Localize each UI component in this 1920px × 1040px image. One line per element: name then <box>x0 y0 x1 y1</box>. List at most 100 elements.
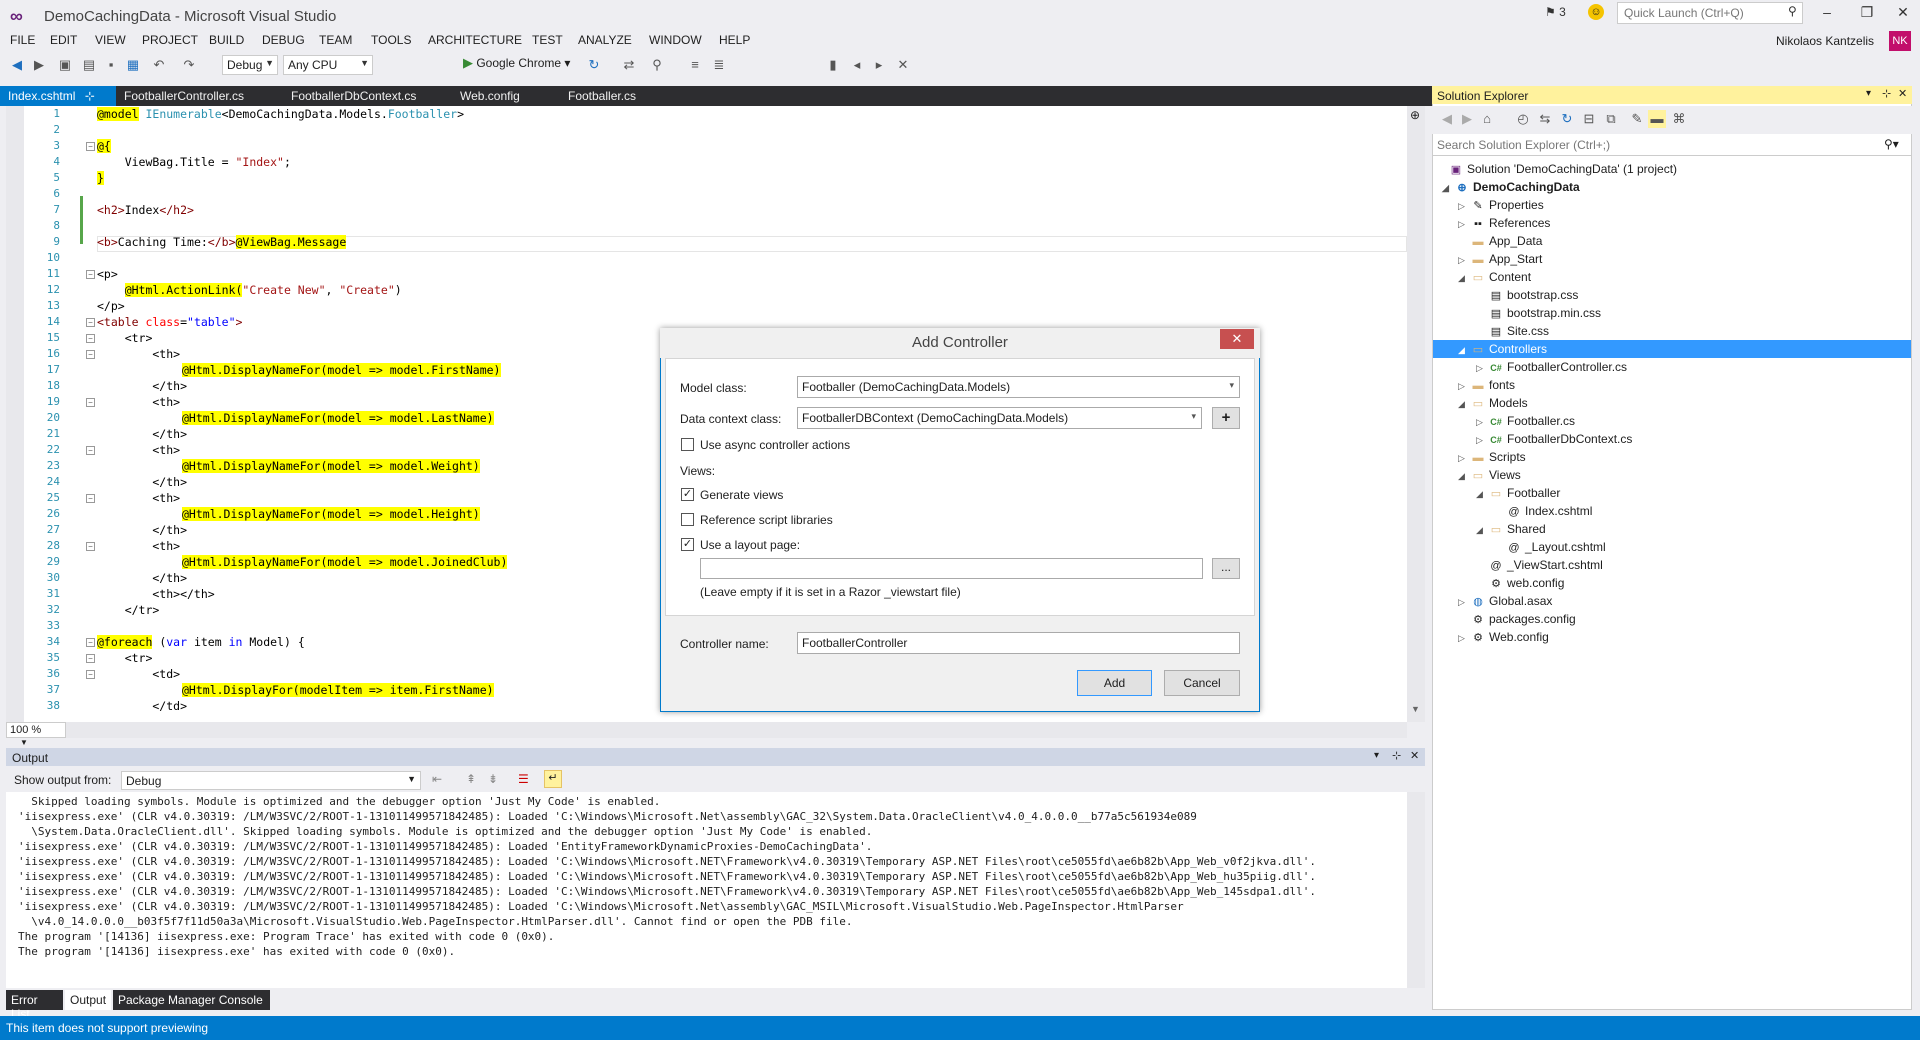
tab-output[interactable]: Output <box>65 990 111 1010</box>
editor-horizontal-scrollbar[interactable] <box>66 722 1407 738</box>
search-icon[interactable]: ⚲ <box>1788 4 1797 18</box>
tree-node-solution[interactable]: ▣ Solution 'DemoCachingData' (1 project) <box>1436 160 1677 178</box>
save-all-icon[interactable]: ▦ <box>124 56 142 74</box>
notifications-flag-icon[interactable]: ⚑ 3 <box>1545 5 1566 19</box>
uncomment-icon[interactable]: ≣ <box>710 56 728 74</box>
home-icon[interactable]: ⌂ <box>1478 110 1496 128</box>
collapse-icon[interactable]: − <box>86 638 95 647</box>
editor-vertical-scrollbar[interactable] <box>1407 106 1425 722</box>
bookmark-icon[interactable]: ▮ <box>824 56 842 74</box>
zoom-dropdown[interactable]: 100 % ▼ <box>6 722 66 747</box>
tree-node-references[interactable]: ▷ ▪▪ References <box>1458 214 1550 232</box>
solution-config-dropdown[interactable]: Debug ▼ <box>222 55 278 75</box>
collapse-icon[interactable]: − <box>86 334 95 343</box>
browse-layout-button[interactable]: ... <box>1212 558 1240 579</box>
layout-page-input[interactable] <box>700 558 1203 579</box>
tree-node-content[interactable]: ◢ ▭ Content <box>1458 268 1531 286</box>
tree-node-fonts[interactable]: ▷ ▬ fonts <box>1458 376 1515 394</box>
tab-index-cshtml[interactable]: Index.cshtml ⊹ ✕ <box>0 86 116 117</box>
forward-icon[interactable]: ▶ <box>30 56 48 74</box>
sync-icon[interactable]: ⇆ <box>1536 110 1554 128</box>
split-window-icon[interactable]: ⊕ <box>1410 108 1420 122</box>
comment-icon[interactable]: ≡ <box>686 56 704 74</box>
menu-edit[interactable]: EDIT <box>50 33 77 47</box>
close-icon[interactable]: ✕ <box>1410 749 1419 762</box>
minimize-button[interactable]: – <box>1812 4 1842 24</box>
menu-help[interactable]: HELP <box>719 33 750 47</box>
dropdown-icon[interactable]: ▾ <box>1374 750 1379 761</box>
collapse-icon[interactable]: − <box>86 142 95 151</box>
prev-bookmark-icon[interactable]: ◂ <box>848 56 866 74</box>
clear-bookmarks-icon[interactable]: ✕ <box>894 56 912 74</box>
redo-icon[interactable]: ↷ <box>180 56 198 74</box>
next-bookmark-icon[interactable]: ▸ <box>870 56 888 74</box>
tree-node-web-config[interactable]: ▷ ⚙ Web.config <box>1458 628 1549 646</box>
tree-node-bootstrap-min-css[interactable]: ▤ bootstrap.min.css <box>1476 304 1601 322</box>
back-icon[interactable]: ◀ <box>1438 110 1456 128</box>
tree-node-scripts[interactable]: ▷ ▬ Scripts <box>1458 448 1526 466</box>
solution-platform-dropdown[interactable]: Any CPU ▼ <box>283 55 373 75</box>
tree-node-footballer-dbcontext[interactable]: ▷ C# FootballerDbContext.cs <box>1476 430 1632 448</box>
user-name[interactable]: Nikolaos Kantzelis <box>1776 34 1874 48</box>
browser-link-icon[interactable]: ⇄ <box>620 56 638 74</box>
menu-project[interactable]: PROJECT <box>142 33 198 47</box>
collapse-icon[interactable]: − <box>86 270 95 279</box>
next-message-icon[interactable]: ⇟ <box>488 772 498 786</box>
show-output-from-dropdown[interactable]: Debug ▼ <box>121 771 421 790</box>
pending-changes-icon[interactable]: ◴ <box>1514 110 1532 128</box>
collapse-icon[interactable]: − <box>86 542 95 551</box>
tree-node-shared[interactable]: ◢ ▭ Shared <box>1476 520 1546 538</box>
show-all-files-icon[interactable]: ⧉ <box>1602 110 1620 128</box>
clear-all-icon[interactable]: ☰ <box>518 772 529 786</box>
tab-footballer-dbcontext[interactable]: FootballerDbContext.cs <box>283 86 424 106</box>
menu-build[interactable]: BUILD <box>209 33 244 47</box>
collapse-all-icon[interactable]: ⊟ <box>1580 110 1598 128</box>
tree-node-models[interactable]: ◢ ▭ Models <box>1458 394 1528 412</box>
search-icon[interactable]: ⚲▾ <box>1884 137 1899 151</box>
tree-node-app-data[interactable]: ▬ App_Data <box>1458 232 1543 250</box>
tree-node-views-footballer[interactable]: ◢ ▭ Footballer <box>1476 484 1560 502</box>
refresh-icon[interactable]: ↻ <box>1558 110 1576 128</box>
menu-debug[interactable]: DEBUG <box>262 33 305 47</box>
tree-node-controllers[interactable]: ◢ ▭ Controllers <box>1433 340 1911 358</box>
forward-icon[interactable]: ▶ <box>1458 110 1476 128</box>
add-data-context-button[interactable]: + <box>1212 407 1240 429</box>
menu-file[interactable]: FILE <box>10 33 35 47</box>
user-avatar[interactable]: NK <box>1889 31 1911 51</box>
layout-page-checkbox[interactable]: ✓ <box>681 538 694 551</box>
async-actions-checkbox[interactable] <box>681 438 694 451</box>
collapse-icon[interactable]: − <box>86 670 95 679</box>
tree-node-packages-config[interactable]: ⚙ packages.config <box>1458 610 1576 628</box>
tab-footballer-controller[interactable]: FootballerController.cs <box>116 86 252 106</box>
tree-node-properties[interactable]: ▷ ✎ Properties <box>1458 196 1544 214</box>
collapse-icon[interactable]: − <box>86 494 95 503</box>
tree-node-site-css[interactable]: ▤ Site.css <box>1476 322 1549 340</box>
add-button[interactable]: Add <box>1077 670 1152 696</box>
collapse-icon[interactable]: − <box>86 318 95 327</box>
tab-web-config[interactable]: Web.config <box>452 86 528 106</box>
data-context-class-dropdown[interactable]: FootballerDBContext (DemoCachingData.Mod… <box>797 407 1202 429</box>
generate-views-checkbox[interactable]: ✓ <box>681 488 694 501</box>
collapse-icon[interactable]: − <box>86 398 95 407</box>
dialog-close-button[interactable]: ✕ <box>1220 329 1254 349</box>
menu-architecture[interactable]: ARCHITECTURE <box>428 33 522 47</box>
tree-node-footballer-controller[interactable]: ▷ C# FootballerController.cs <box>1476 358 1627 376</box>
menu-tools[interactable]: TOOLS <box>371 33 411 47</box>
properties-wrench-icon[interactable]: ✎ <box>1628 110 1646 128</box>
reference-scripts-checkbox[interactable] <box>681 513 694 526</box>
collapse-icon[interactable]: − <box>86 350 95 359</box>
back-icon[interactable]: ◀ <box>8 56 26 74</box>
class-diagram-icon[interactable]: ⌘ <box>1670 110 1688 128</box>
find-message-icon[interactable]: ⇤ <box>432 772 442 786</box>
menu-window[interactable]: WINDOW <box>649 33 702 47</box>
tree-node-viewstart-cshtml[interactable]: @ _ViewStart.cshtml <box>1476 556 1602 574</box>
solution-explorer-search-input[interactable]: Search Solution Explorer (Ctrl+;) <box>1433 134 1911 156</box>
tab-footballer-cs[interactable]: Footballer.cs <box>560 86 644 106</box>
dropdown-icon[interactable]: ▾ <box>1866 88 1871 99</box>
tab-error-list[interactable]: Error List <box>6 990 63 1021</box>
menu-view[interactable]: VIEW <box>95 33 126 47</box>
tree-node-bootstrap-css[interactable]: ▤ bootstrap.css <box>1476 286 1579 304</box>
tree-node-views[interactable]: ◢ ▭ Views <box>1458 466 1521 484</box>
tree-node-views-web-config[interactable]: ⚙ web.config <box>1476 574 1564 592</box>
model-class-dropdown[interactable]: Footballer (DemoCachingData.Models) ▾ <box>797 376 1240 398</box>
